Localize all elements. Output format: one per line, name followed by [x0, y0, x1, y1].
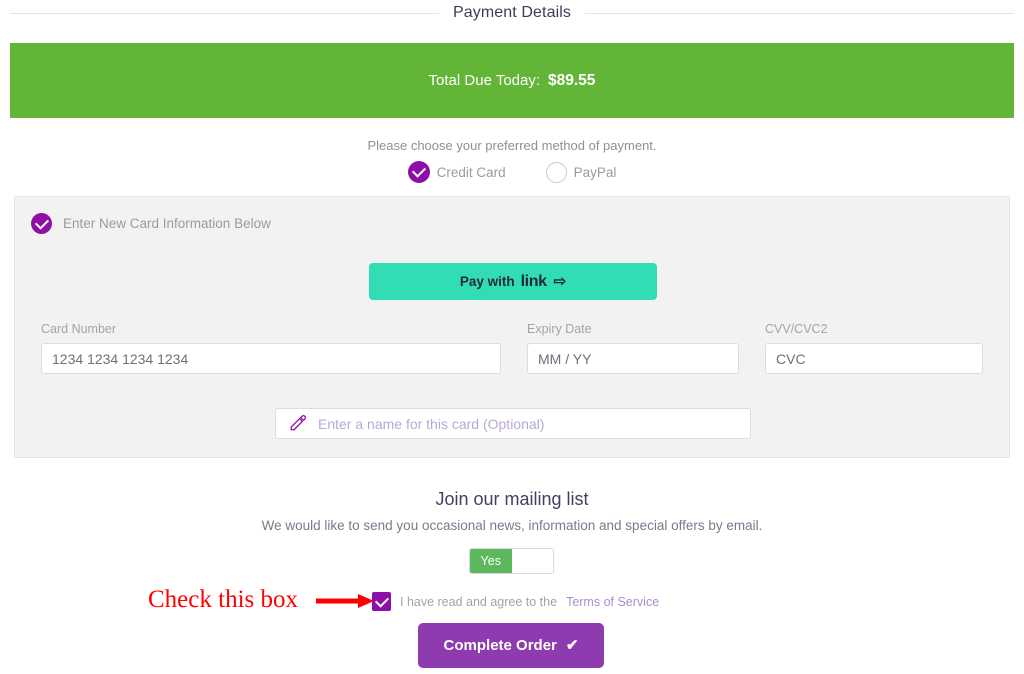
mailing-list-toggle[interactable]: Yes [469, 548, 554, 574]
card-nickname-input[interactable] [275, 408, 751, 439]
payment-option-credit-card-label: Credit Card [436, 164, 506, 180]
page-title: Payment Details [453, 4, 571, 21]
mailing-list-subtitle: We would like to send you occasional new… [261, 518, 763, 533]
new-card-panel-header[interactable]: Enter New Card Information Below [31, 213, 271, 234]
card-number-field: Card Number [41, 322, 501, 374]
radio-empty-icon [545, 161, 567, 183]
terms-text: I have read and agree to the [400, 594, 558, 609]
title-rule-right [585, 12, 1014, 14]
cvv-field: CVV/CVC2 [765, 322, 983, 374]
payment-method-help: Please choose your preferred method of p… [367, 138, 657, 153]
new-card-panel: Enter New Card Information Below Pay wit… [14, 196, 1010, 458]
payment-method-options: Credit Card PayPal [0, 161, 1024, 183]
total-due-label: Total Due Today: [428, 72, 541, 89]
payment-option-paypal-label: PayPal [573, 164, 617, 180]
pay-with-link-button[interactable]: Pay with link ⇨ [369, 263, 657, 300]
expiry-date-input[interactable] [527, 343, 739, 374]
payment-option-credit-card[interactable]: Credit Card [407, 161, 506, 183]
total-due-banner: Total Due Today: $89.55 [10, 43, 1014, 118]
checkmark-icon [374, 593, 389, 608]
total-due-amount: $89.55 [548, 71, 596, 89]
checkmark-icon: ✔ [565, 637, 579, 654]
complete-order-label: Complete Order [443, 637, 557, 654]
cvv-input[interactable] [765, 343, 983, 374]
check-circle-icon [31, 213, 52, 234]
complete-order-button[interactable]: Complete Order ✔ [418, 623, 604, 668]
right-arrow-icon [316, 594, 374, 608]
terms-agreement-row: I have read and agree to the Terms of Se… [372, 592, 659, 611]
card-number-input[interactable] [41, 343, 501, 374]
link-brand-wordmark: link [520, 272, 547, 290]
terms-of-service-link[interactable]: Terms of Service [566, 595, 659, 609]
mailing-list-toggle-yes: Yes [470, 549, 512, 573]
card-fields-row: Card Number Expiry Date CVV/CVC2 [15, 322, 1011, 392]
expiry-date-field: Expiry Date [527, 322, 739, 374]
payment-option-paypal[interactable]: PayPal [545, 161, 617, 183]
expiry-date-label: Expiry Date [527, 322, 592, 336]
title-rule-left [10, 12, 439, 14]
right-arrow-icon: ⇨ [553, 273, 567, 290]
annotation-check-this-box: Check this box [148, 586, 298, 613]
card-nickname-field [275, 408, 751, 439]
terms-checkbox[interactable] [372, 592, 391, 611]
cvv-label: CVV/CVC2 [765, 322, 828, 336]
card-number-label: Card Number [41, 322, 117, 336]
new-card-panel-label: Enter New Card Information Below [63, 216, 271, 231]
section-title-row: Payment Details [10, 4, 1014, 22]
pay-with-link-prefix: Pay with [459, 274, 515, 289]
radio-checked-icon [407, 161, 430, 183]
mailing-list-toggle-off-half [511, 549, 553, 573]
mailing-list-title: Join our mailing list [435, 489, 589, 509]
